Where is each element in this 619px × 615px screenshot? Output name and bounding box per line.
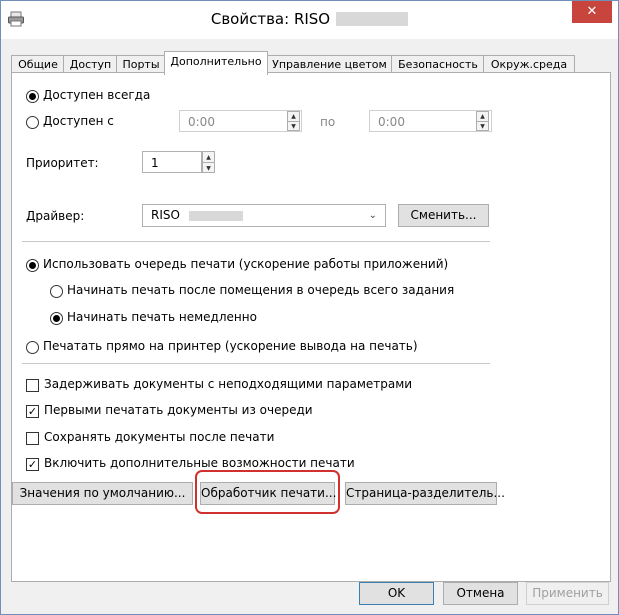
ok-button[interactable]: OK: [359, 582, 434, 605]
cancel-button[interactable]: Отмена: [443, 582, 518, 605]
from-time-spinner[interactable]: ▲ ▼: [287, 111, 300, 131]
available-always-label: Доступен всегда: [43, 88, 151, 102]
driver-label: Драйвер:: [26, 209, 85, 223]
advanced-features-label: Включить дополнительные возможности печа…: [44, 456, 355, 470]
spin-up-icon[interactable]: ▲: [203, 152, 214, 162]
radio-print-directly[interactable]: [26, 341, 39, 354]
divider: [22, 241, 490, 242]
printing-defaults-button[interactable]: Значения по умолчанию...: [12, 482, 193, 505]
close-button[interactable]: ✕: [572, 1, 612, 23]
radio-available-always[interactable]: [26, 90, 39, 103]
to-time-spinner[interactable]: ▲ ▼: [476, 111, 489, 131]
priority-label: Приоритет:: [26, 156, 99, 170]
to-time-value: 0:00: [378, 115, 405, 129]
radio-start-after-last-page[interactable]: [50, 285, 63, 298]
checkbox-print-spooled-first[interactable]: ✓: [26, 405, 39, 418]
window-title-wrap: Свойства: RISO: [1, 10, 618, 28]
priority-input[interactable]: 1: [142, 151, 202, 173]
print-spooled-first-label: Первыми печатать документы из очереди: [44, 403, 313, 417]
dialog-client: Общие Доступ Порты Дополнительно Управле…: [1, 39, 618, 614]
spin-up-icon[interactable]: ▲: [288, 112, 299, 121]
radio-available-from[interactable]: [26, 116, 39, 129]
from-time-value: 0:00: [188, 115, 215, 129]
print-directly-label: Печатать прямо на принтер (ускорение выв…: [43, 339, 418, 353]
spin-up-icon[interactable]: ▲: [477, 112, 488, 121]
redacted-block: [188, 210, 243, 221]
to-time-input[interactable]: 0:00: [369, 110, 492, 132]
apply-button[interactable]: Применить: [526, 582, 609, 605]
redacted-block: [336, 12, 409, 26]
tab-advanced[interactable]: Дополнительно: [164, 51, 268, 75]
spin-down-icon[interactable]: ▼: [203, 162, 214, 173]
print-processor-button[interactable]: Обработчик печати...: [200, 482, 336, 505]
driver-select[interactable]: RISO ⌄: [142, 204, 386, 227]
radio-start-immediately[interactable]: [50, 312, 63, 325]
checkmark-icon: ✓: [27, 405, 38, 418]
spin-down-icon[interactable]: ▼: [477, 121, 488, 131]
hold-mismatched-label: Задерживать документы с неподходящими па…: [44, 377, 413, 391]
checkmark-icon: ✓: [27, 458, 38, 471]
from-time-input[interactable]: 0:00: [179, 110, 302, 132]
title-bar: Свойства: RISO ✕: [1, 1, 618, 39]
divider: [22, 363, 490, 364]
advanced-tab-panel: Доступен всегда Доступен с 0:00 ▲ ▼ по 0:…: [11, 72, 611, 582]
window-title: Свойства: RISO: [210, 10, 331, 28]
start-after-last-page-label: Начинать печать после помещения в очеред…: [67, 283, 455, 297]
checkbox-keep-printed[interactable]: [26, 432, 39, 445]
keep-printed-label: Сохранять документы после печати: [44, 430, 275, 444]
start-immediately-label: Начинать печать немедленно: [67, 310, 257, 324]
radio-use-spooler[interactable]: [26, 259, 39, 272]
driver-value: RISO: [151, 208, 180, 222]
to-label: по: [320, 115, 336, 129]
priority-value: 1: [151, 156, 159, 170]
spin-down-icon[interactable]: ▼: [288, 121, 299, 131]
printer-properties-window: Свойства: RISO ✕ Общие Доступ Порты Допо…: [0, 0, 619, 615]
priority-spinner[interactable]: ▲ ▼: [202, 151, 215, 173]
checkbox-advanced-features[interactable]: ✓: [26, 458, 39, 471]
use-spooler-label: Использовать очередь печати (ускорение р…: [43, 257, 449, 271]
separator-page-button[interactable]: Страница-разделитель...: [345, 482, 505, 505]
change-driver-button[interactable]: Сменить...: [398, 204, 489, 227]
chevron-down-icon: ⌄: [368, 210, 377, 221]
available-from-label: Доступен с: [43, 114, 114, 128]
checkbox-hold-mismatched[interactable]: [26, 379, 39, 392]
